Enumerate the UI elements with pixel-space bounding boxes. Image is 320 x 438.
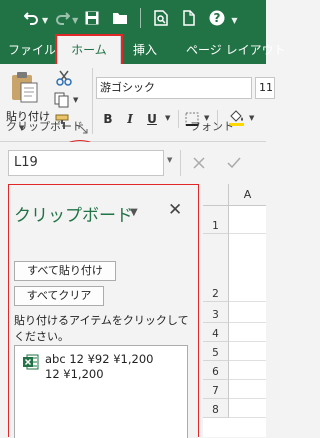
enter-icon[interactable]	[227, 154, 241, 173]
customize-toolbar-icon[interactable]: ▼	[231, 16, 237, 25]
save-icon[interactable]	[78, 3, 106, 33]
tab-file[interactable]: ファイル	[8, 36, 56, 64]
svg-text:?: ?	[214, 11, 221, 25]
font-group-label: フォント	[190, 120, 234, 133]
tab-home[interactable]: ホーム	[57, 36, 121, 64]
row-header[interactable]: 5	[203, 342, 229, 361]
clipboard-pane-title: クリップボード	[14, 206, 133, 226]
excel-icon	[23, 354, 39, 374]
close-icon[interactable]: ✕	[168, 201, 182, 219]
tab-page-layout[interactable]: ページ レイアウト	[186, 36, 286, 64]
row-header[interactable]: 2	[203, 234, 229, 302]
font-name-select[interactable]: 游ゴシック	[96, 77, 252, 99]
name-box-dropdown-icon[interactable]: ▼	[167, 156, 172, 164]
row-header[interactable]: 8	[203, 399, 229, 418]
select-all-corner[interactable]	[203, 184, 229, 206]
font-separator	[178, 110, 179, 128]
formula-bar: L19 ▼	[0, 142, 266, 184]
cancel-icon[interactable]	[193, 154, 205, 173]
group-separator	[92, 68, 93, 134]
grid-line	[229, 398, 266, 399]
font-size-select[interactable]: 11	[255, 77, 275, 99]
bold-button[interactable]: B	[97, 108, 119, 130]
row-header[interactable]: 1	[203, 206, 229, 234]
italic-button[interactable]: I	[119, 108, 141, 130]
grid-line	[229, 341, 266, 342]
help-icon[interactable]: ?	[203, 3, 231, 33]
clipboard-item-text: abc 12 ¥92 ¥1,200 12 ¥1,200	[45, 352, 154, 381]
cut-icon[interactable]	[56, 70, 72, 90]
worksheet-grid: A 1 2 3 4 5 6 7 8	[203, 184, 266, 437]
grid-line	[229, 417, 266, 418]
row-header[interactable]: 6	[203, 361, 229, 380]
underline-dropdown-icon[interactable]: ▼	[165, 114, 170, 122]
row-header[interactable]: 4	[203, 323, 229, 342]
column-header-a[interactable]: A	[229, 184, 266, 206]
paste-all-button[interactable]: すべて貼り付け	[14, 261, 116, 281]
new-document-icon[interactable]	[175, 3, 203, 33]
ribbon-home: 貼り付け ▼ ▼ 游ゴシック 11 B I U ▼ ▼ ▼ クリップボード フォ…	[0, 64, 275, 142]
grid-line	[229, 233, 266, 234]
fill-color-dropdown-icon[interactable]: ▼	[249, 114, 254, 122]
grid-line	[229, 379, 266, 380]
paste-button[interactable]	[10, 72, 40, 108]
grid-line	[229, 322, 266, 323]
grid-line	[229, 301, 266, 302]
copy-dropdown-icon[interactable]: ▼	[73, 96, 78, 104]
clipboard-group-label: クリップボード	[6, 120, 83, 133]
row-header[interactable]: 3	[203, 302, 229, 323]
toolbar-separator	[140, 8, 142, 28]
clipboard-launcher-icon[interactable]	[78, 119, 88, 138]
print-preview-icon[interactable]	[147, 3, 175, 33]
name-box[interactable]: L19	[8, 150, 164, 176]
quick-access-toolbar: ▼ ▼ ? ▼	[0, 0, 266, 36]
copy-icon[interactable]	[54, 92, 72, 112]
underline-button[interactable]: U	[141, 108, 163, 130]
clipboard-pane: クリップボード ▼ ✕ すべて貼り付け すべてクリア 貼り付けるアイテムをクリッ…	[8, 184, 199, 438]
pane-options-dropdown-icon[interactable]: ▼	[130, 207, 138, 218]
clipboard-item-list: abc 12 ¥92 ¥1,200 12 ¥1,200	[14, 345, 188, 438]
clipboard-pane-hint: 貼り付けるアイテムをクリックしてください。	[14, 314, 189, 343]
open-folder-icon[interactable]	[106, 3, 134, 33]
grid-line	[229, 360, 266, 361]
clear-all-button[interactable]: すべてクリア	[14, 286, 104, 306]
formula-controls	[180, 150, 270, 176]
paste-icon	[12, 72, 38, 103]
tab-insert[interactable]: 挿入	[133, 36, 157, 64]
ribbon-tabs: ファイル ホーム 挿入 ページ レイアウト	[0, 36, 286, 64]
row-header[interactable]: 7	[203, 380, 229, 399]
